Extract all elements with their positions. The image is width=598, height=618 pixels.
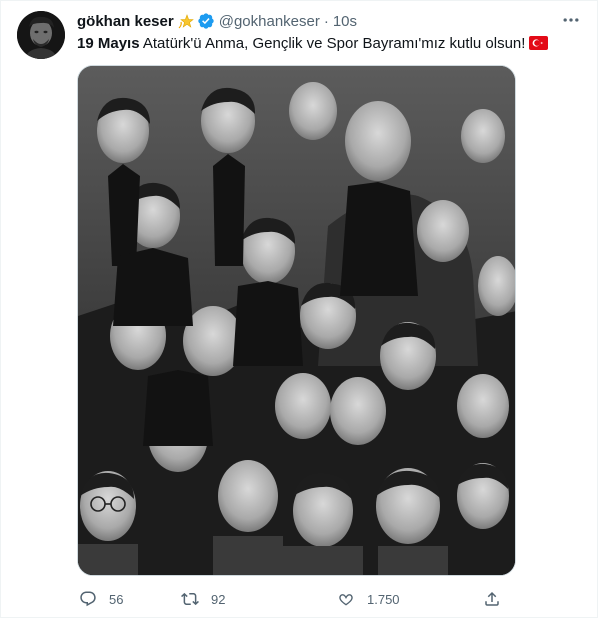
retweet-button[interactable]: 92 (173, 587, 225, 611)
reply-button[interactable]: 56 (71, 587, 123, 611)
tweet-text-body: Atatürk'ü Anma, Gençlik ve Spor Bayramı'… (139, 35, 526, 52)
reply-icon (71, 587, 105, 611)
retweet-count: 92 (211, 591, 226, 607)
dizzy-star-icon (178, 13, 195, 30)
tweet-text: 19 Mayıs Atatürk'ü Anma, Gençlik ve Spor… (77, 34, 581, 54)
avatar[interactable] (17, 11, 65, 59)
tweet-photo[interactable] (77, 65, 516, 576)
group-photograph-image (78, 66, 515, 575)
verified-badge-icon (197, 12, 215, 30)
share-button[interactable] (475, 587, 509, 611)
share-icon (475, 587, 509, 611)
tweet-actions: 56 92 1.750 (71, 587, 511, 611)
separator-dot: · (323, 12, 329, 30)
tweet-timestamp[interactable]: 10s (333, 13, 357, 30)
more-dots-icon (563, 18, 579, 22)
like-button[interactable]: 1.750 (329, 587, 400, 611)
reply-count: 56 (109, 591, 124, 607)
tweet[interactable]: gökhan keser @gokhankeser · 10s 19 Mayıs… (0, 0, 598, 618)
tweet-header: gökhan keser @gokhankeser · 10s (77, 11, 581, 31)
like-count: 1.750 (367, 591, 400, 607)
avatar-image (17, 11, 65, 59)
user-handle[interactable]: @gokhankeser (219, 13, 320, 30)
turkey-flag-icon (529, 36, 549, 50)
display-name[interactable]: gökhan keser (77, 13, 174, 30)
more-options-button[interactable] (559, 9, 583, 31)
retweet-icon (173, 587, 207, 611)
tweet-text-bold: 19 Mayıs (77, 35, 140, 52)
heart-icon (329, 587, 363, 611)
